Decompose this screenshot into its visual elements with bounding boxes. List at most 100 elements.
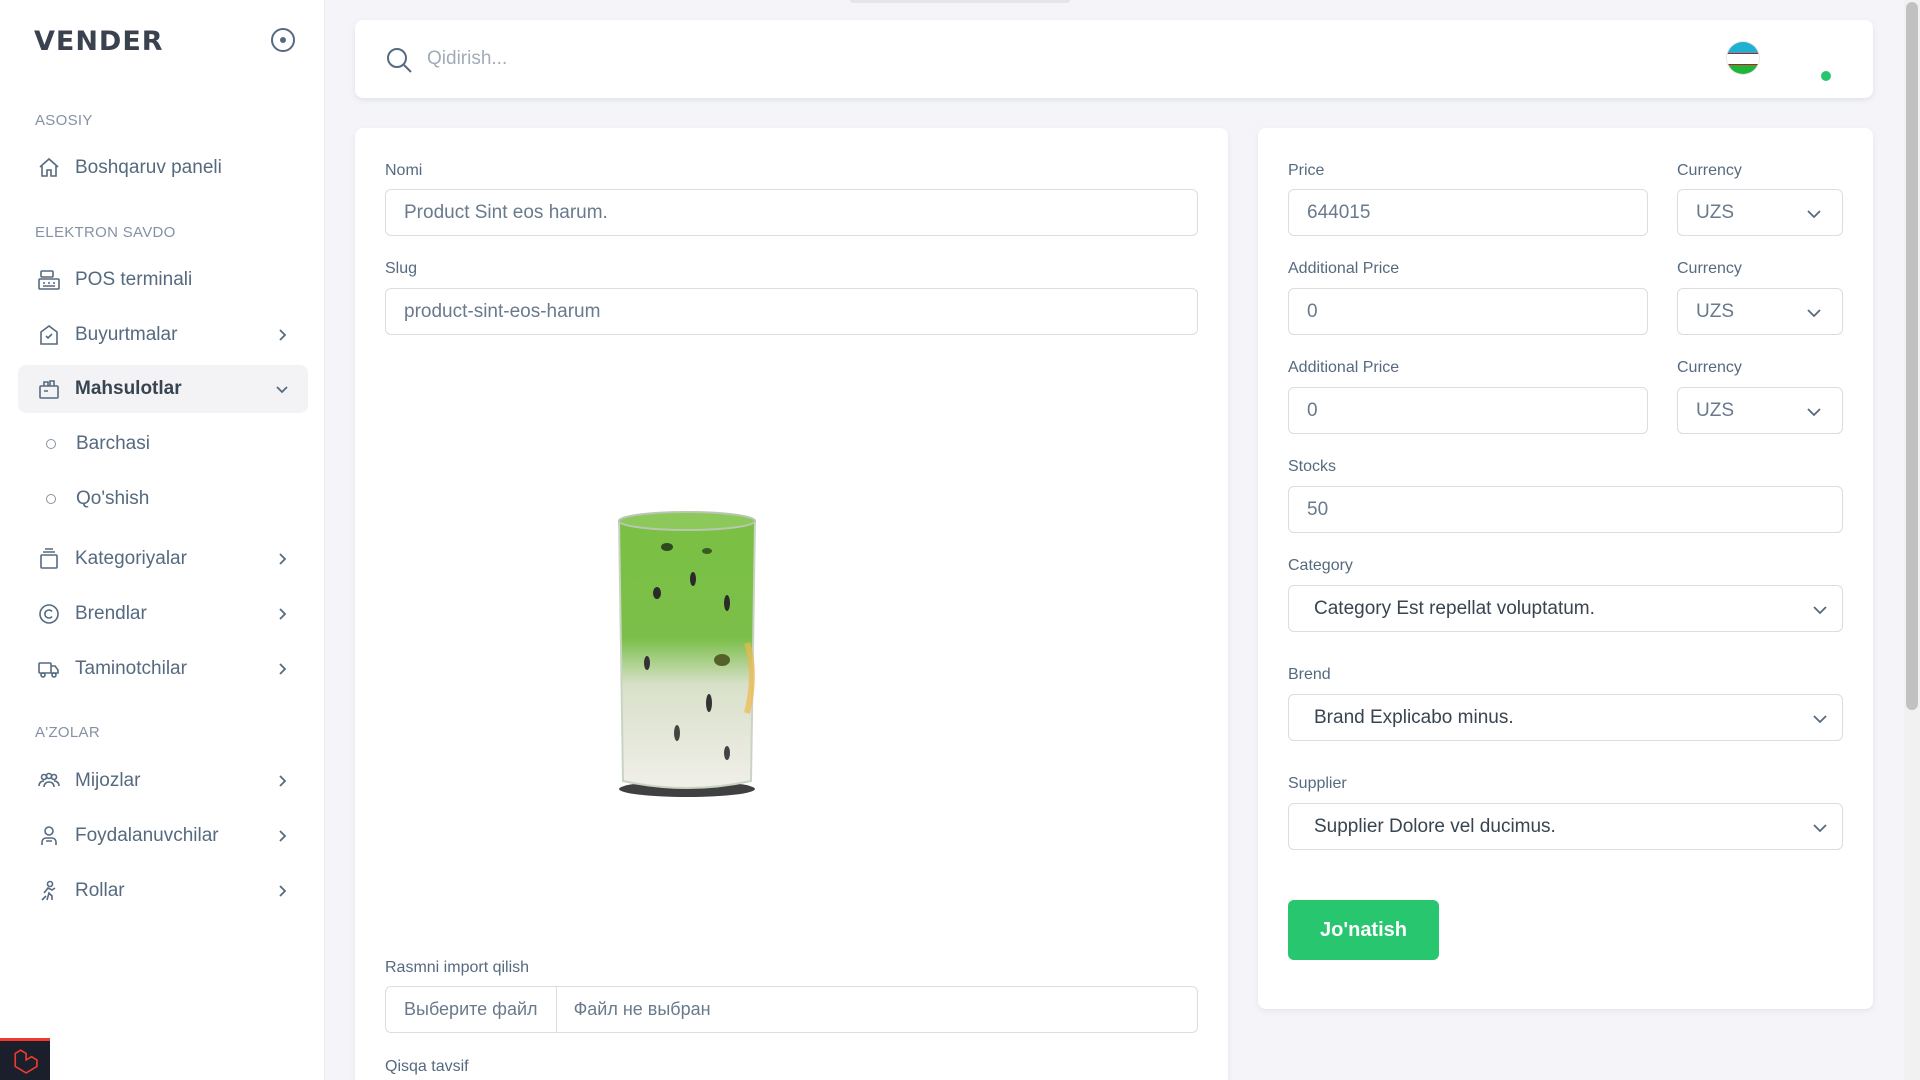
sidebar-item-label: Foydalanuvchilar [75,825,219,846]
product-pricing-card: Price 644015 Currency UZS Additional Pri… [1258,128,1873,1009]
chevron-down-icon [1812,820,1828,836]
copyright-icon [36,601,62,627]
orders-icon [36,322,62,348]
currency-value: UZS [1696,399,1734,421]
currency-label: Currency [1677,162,1742,179]
short-description-label: Qisqa tavsif [385,1058,469,1075]
sidebar-subitem-add[interactable]: Qo'shish [18,477,308,521]
stocks-label: Stocks [1288,458,1337,475]
chevron-down-icon [1806,206,1822,222]
chevron-down-icon [1812,711,1828,727]
chevron-right-icon [274,773,290,789]
brand-label: Brend [1288,666,1331,683]
sidebar-item-label: Rollar [75,880,125,901]
search-input[interactable] [427,42,1027,76]
sidebar-item-pos[interactable]: POS terminali [18,256,308,304]
sidebar-item-roles[interactable]: Rollar [18,867,308,915]
brand-select[interactable]: Brand Explicabo minus. [1288,694,1843,741]
name-label: Nomi [385,162,423,179]
uz-flag-icon[interactable] [1726,41,1760,75]
sidebar-item-brands[interactable]: Brendlar [18,590,308,638]
stocks-input[interactable]: 50 [1288,486,1843,533]
roles-icon [36,878,62,904]
users-icon [36,823,62,849]
chevron-right-icon [274,551,290,567]
slug-input[interactable]: product-sint-eos-harum [385,288,1198,335]
currency-value: UZS [1696,201,1734,223]
sidebar-item-categories[interactable]: Kategoriyalar [18,535,308,583]
chevron-right-icon [274,606,290,622]
pos-terminal-icon [36,267,62,293]
currency-label: Currency [1677,260,1742,277]
online-status-indicator [1821,71,1831,81]
price-label: Price [1288,162,1325,179]
additional-currency-select-2[interactable]: UZS [1677,387,1843,434]
chevron-down-icon [1812,602,1828,618]
chevron-right-icon [274,828,290,844]
image-import-label: Rasmni import qilish [385,959,530,976]
sidebar-item-orders[interactable]: Buyurtmalar [18,311,308,359]
scrollbar-thumb[interactable] [1906,2,1918,710]
menu-header-azolar: A'ZOLAR [35,724,100,741]
top-navbar [355,20,1873,98]
truck-icon [36,656,62,682]
sidebar-item-dashboard[interactable]: Boshqaruv paneli [18,144,308,192]
sidebar-item-label: Mijozlar [75,770,141,791]
sidebar-item-label: Mahsulotlar [75,378,182,399]
additional-price-input-2[interactable]: 0 [1288,387,1648,434]
sidebar-item-label: Taminotchilar [75,658,187,679]
supplier-select[interactable]: Supplier Dolore vel ducimus. [1288,803,1843,850]
bullet-icon [46,494,56,504]
price-currency-select[interactable]: UZS [1677,189,1843,236]
sidebar-subitem-label: Barchasi [76,433,150,454]
sidebar-toggle-icon[interactable] [271,28,295,52]
currency-value: UZS [1696,300,1734,322]
sidebar-item-products[interactable]: Mahsulotlar [18,365,308,413]
search-icon[interactable] [385,46,413,74]
products-icon [36,376,62,402]
currency-label: Currency [1677,359,1742,376]
image-file-input[interactable]: Выберите файл Файл не выбран [385,986,1198,1033]
laravel-debugbar-icon[interactable] [0,1038,50,1080]
product-main-card: Nomi Product Sint eos harum. Slug produc… [355,128,1228,1080]
product-image [617,511,757,797]
brand-value: Brand Explicabo minus. [1314,706,1514,728]
customers-icon [36,768,62,794]
sidebar-item-users[interactable]: Foydalanuvchilar [18,812,308,860]
brand-name: VENDER [34,26,164,57]
bullet-icon [46,439,56,449]
name-input[interactable]: Product Sint eos harum. [385,189,1198,236]
categories-icon [36,546,62,572]
additional-price-label: Additional Price [1288,359,1400,376]
category-select[interactable]: Category Est repellat voluptatum. [1288,585,1843,632]
additional-currency-select-1[interactable]: UZS [1677,288,1843,335]
sidebar-subitem-label: Qo'shish [76,488,150,509]
category-value: Category Est repellat voluptatum. [1314,597,1595,619]
menu-header-elektron-savdo: ELEKTRON SAVDO [35,224,176,241]
submit-button[interactable]: Jo'natish [1288,900,1439,960]
sidebar-subitem-all[interactable]: Barchasi [18,422,308,466]
sidebar-item-label: Buyurtmalar [75,324,178,345]
chevron-right-icon [274,327,290,343]
sidebar: VENDER ASOSIY Boshqaruv paneli ELEKTRON … [0,0,325,1080]
chevron-down-icon [1806,305,1822,321]
brand-logo[interactable]: VENDER [34,26,164,57]
sidebar-item-label: Boshqaruv paneli [75,157,222,178]
sidebar-item-label: Kategoriyalar [75,548,187,569]
chevron-right-icon [274,883,290,899]
sidebar-item-suppliers[interactable]: Taminotchilar [18,645,308,693]
supplier-label: Supplier [1288,775,1347,792]
sidebar-item-label: POS terminali [75,269,193,290]
chevron-right-icon [274,661,290,677]
slug-label: Slug [385,260,418,277]
home-icon [36,155,62,181]
sidebar-item-customers[interactable]: Mijozlar [18,757,308,805]
additional-price-label: Additional Price [1288,260,1400,277]
category-label: Category [1288,557,1353,574]
chevron-down-icon [274,381,290,397]
price-input[interactable]: 644015 [1288,189,1648,236]
choose-file-button[interactable]: Выберите файл [386,987,557,1032]
chevron-down-icon [1806,404,1822,420]
sidebar-item-label: Brendlar [75,603,147,624]
additional-price-input-1[interactable]: 0 [1288,288,1648,335]
